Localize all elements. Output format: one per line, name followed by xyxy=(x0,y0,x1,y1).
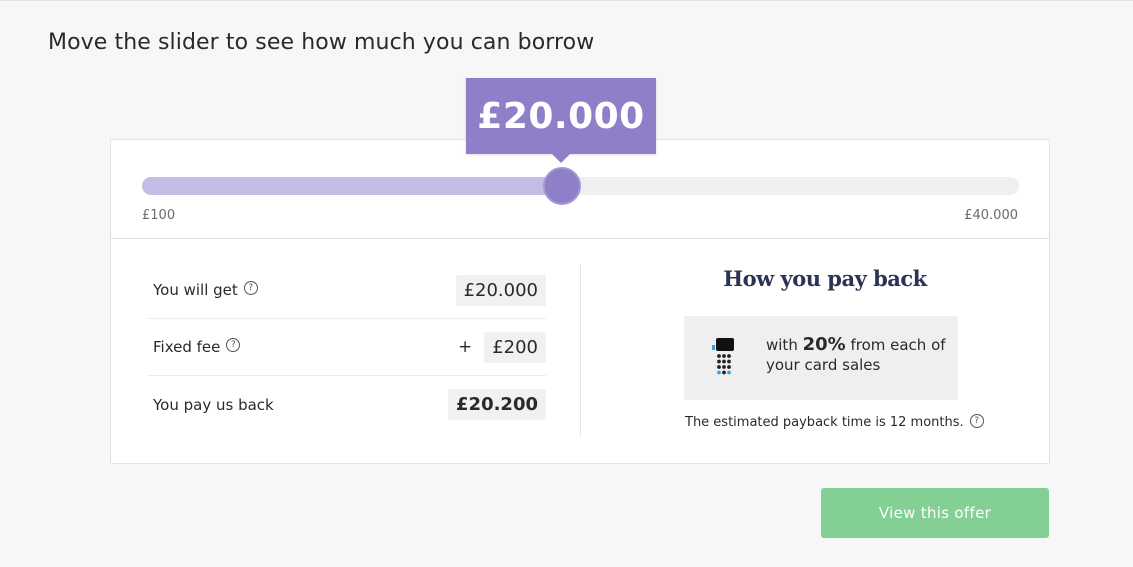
fixed-fee-value: £200 xyxy=(484,331,546,363)
slider-min-label: £100 xyxy=(142,208,176,223)
payback-info-box: with 20% from each of your card sales xyxy=(684,316,958,400)
view-offer-button[interactable]: View this offer xyxy=(821,488,1049,538)
amount-slider-fill xyxy=(142,177,562,195)
slider-section: £100 £40.000 xyxy=(111,140,1049,239)
row-label-text: You pay us back xyxy=(153,395,274,414)
vertical-divider xyxy=(580,264,581,436)
selected-amount-bubble: £20.000 xyxy=(466,78,656,163)
row-value-wrap: £20.000 xyxy=(455,274,546,306)
top-divider xyxy=(0,0,1133,1)
loan-calculator-card: £100 £40.000 You will get ? £20.000 Fixe… xyxy=(110,139,1050,464)
loan-breakdown: You will get ? £20.000 Fixed fee ? + £20… xyxy=(148,262,546,433)
breakdown-row-pay-back: You pay us back £20.200 xyxy=(148,376,546,433)
payback-text-before: with xyxy=(766,336,803,354)
breakdown-row-you-will-get: You will get ? £20.000 xyxy=(148,262,546,319)
row-value-wrap: + £200 xyxy=(457,331,546,363)
row-value-wrap: £20.200 xyxy=(448,389,546,420)
row-label-text: You will get xyxy=(153,281,238,299)
slider-max-label: £40.000 xyxy=(964,208,1018,223)
row-label: You pay us back xyxy=(153,396,274,414)
page-title: Move the slider to see how much you can … xyxy=(48,30,595,55)
amount-slider-thumb[interactable] xyxy=(542,167,581,205)
payback-title: How you pay back xyxy=(723,266,927,291)
you-will-get-value: £20.000 xyxy=(455,274,546,306)
pay-back-value: £20.200 xyxy=(448,389,546,420)
question-circle-icon[interactable]: ? xyxy=(243,281,258,295)
question-circle-icon[interactable]: ? xyxy=(969,413,984,428)
row-label: Fixed fee ? xyxy=(153,338,241,356)
payback-description: with 20% from each of your card sales xyxy=(766,335,946,375)
plus-sign: + xyxy=(457,337,473,357)
row-label-text: Fixed fee xyxy=(153,338,221,356)
row-label: You will get ? xyxy=(153,281,258,299)
question-circle-icon[interactable]: ? xyxy=(226,338,241,352)
breakdown-row-fixed-fee: Fixed fee ? + £200 xyxy=(148,319,546,376)
card-terminal-icon xyxy=(712,338,734,375)
payback-percent: 20% xyxy=(802,334,846,355)
payback-estimate-note: The estimated payback time is 12 months.… xyxy=(685,413,1015,430)
payback-note-text: The estimated payback time is 12 months. xyxy=(685,415,964,430)
amount-slider-track[interactable] xyxy=(142,167,1019,205)
